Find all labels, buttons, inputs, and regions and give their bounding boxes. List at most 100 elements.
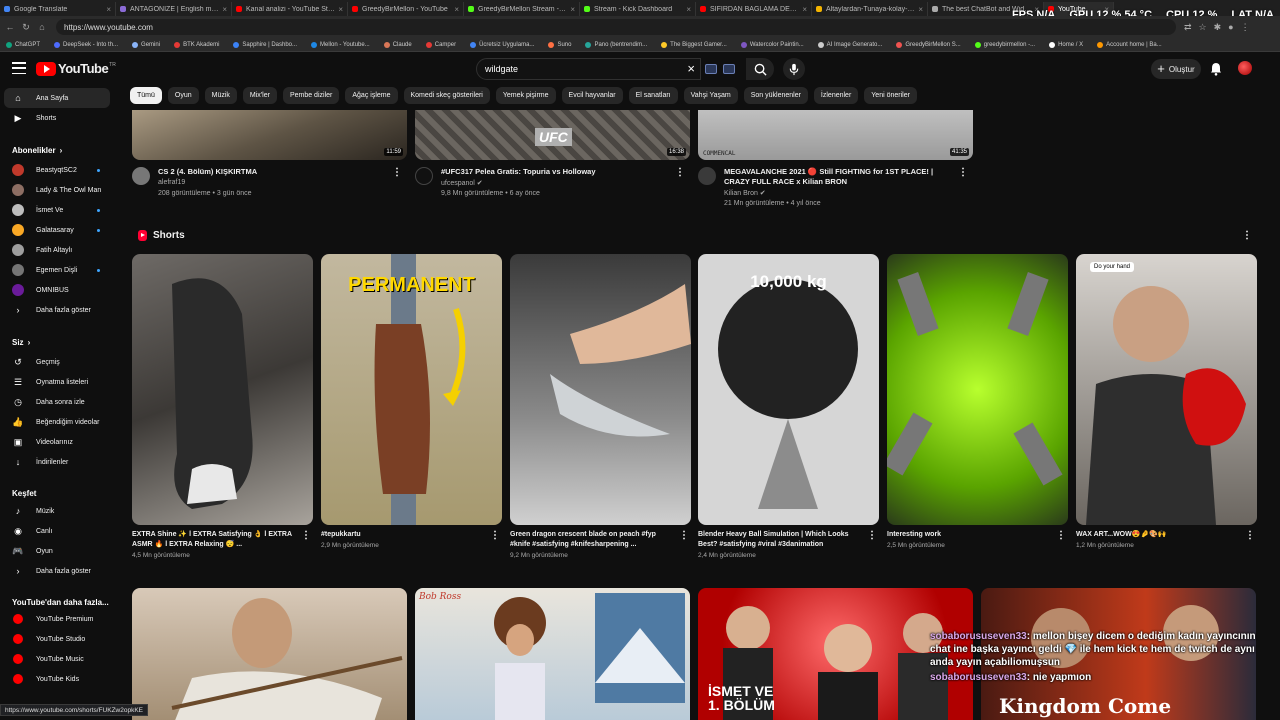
bookmark-item[interactable]: The Biggest Gamer...	[661, 41, 727, 48]
sidebar-item[interactable]: Galatasaray	[0, 220, 110, 240]
more-options-icon[interactable]: ⋮	[392, 167, 402, 178]
short-thumbnail[interactable]	[132, 254, 313, 525]
youtube-logo[interactable]: YouTube TR	[36, 61, 116, 76]
filter-chip[interactable]: Tümü	[130, 87, 162, 104]
back-icon[interactable]: ←	[4, 21, 16, 33]
channel-name[interactable]: alefraf19	[158, 179, 185, 186]
reload-icon[interactable]: ↻	[20, 21, 32, 33]
bookmark-item[interactable]: Ücretsiz Uygulama...	[470, 41, 534, 48]
filter-chip[interactable]: Mix'ler	[242, 87, 277, 104]
bookmark-item[interactable]: Gemini	[132, 41, 160, 48]
video-thumbnail[interactable]: 11:59	[132, 110, 407, 160]
sidebar-section-title[interactable]: Abonelikler ›	[12, 146, 62, 155]
bookmark-item[interactable]: BTK Akademi	[174, 41, 219, 48]
tab-close-icon[interactable]: ×	[802, 5, 807, 14]
video-title[interactable]: MEGAVALANCHE 2021 🔴 Still FIGHTING for 1…	[724, 167, 954, 187]
bookmark-item[interactable]: GreedyBirMellon S...	[896, 41, 961, 48]
tab-close-icon[interactable]: ×	[686, 5, 691, 14]
sidebar-item[interactable]: YouTube Music	[0, 649, 110, 669]
filter-chip[interactable]: Komedi skeç gösterileri	[403, 87, 490, 104]
bookmark-item[interactable]: AI Image Generato...	[817, 41, 882, 48]
tab-close-icon[interactable]: ×	[222, 5, 227, 14]
sidebar-item[interactable]: OMNIBUS	[0, 280, 110, 300]
bookmark-item[interactable]: Home / X	[1049, 41, 1083, 48]
short-title[interactable]: WAX ART...WOW😍🤌🎨🙌	[1076, 530, 1236, 540]
sidebar-item[interactable]: ♪ Müzik	[0, 501, 110, 521]
create-button[interactable]: + Oluştur	[1151, 59, 1201, 79]
tab-close-icon[interactable]: ×	[918, 5, 923, 14]
browser-tab[interactable]: Google Translate ×	[0, 2, 116, 16]
bookmark-item[interactable]: ChatGPT	[6, 41, 40, 48]
video-thumbnail[interactable]	[132, 588, 407, 720]
filter-chip[interactable]: Müzik	[204, 87, 237, 104]
home-nav-icon[interactable]: ⌂	[36, 21, 48, 33]
bookmark-item[interactable]: Suno	[548, 41, 571, 48]
tab-close-icon[interactable]: ×	[338, 5, 343, 14]
browser-tab[interactable]: ANTAGONIZE | English meaning×	[116, 2, 232, 16]
search-input[interactable]: wildgate ×	[476, 58, 701, 80]
bookmark-star-icon[interactable]: ☆	[1199, 22, 1207, 33]
short-title[interactable]: Green dragon crescent blade on peach #fy…	[510, 530, 670, 550]
sidebar-item[interactable]: ▣ Videolarınız	[0, 432, 110, 452]
sidebar-item[interactable]: Fatih Altaylı	[0, 240, 110, 260]
hamburger-menu-icon[interactable]	[12, 62, 26, 74]
tab-close-icon[interactable]: ×	[106, 5, 111, 14]
more-options-icon[interactable]: ⋮	[679, 530, 689, 541]
browser-tab[interactable]: Stream - Kick Dashboard ×	[580, 2, 696, 16]
short-thumbnail[interactable]	[887, 254, 1068, 525]
sidebar-item[interactable]: › Daha fazla göster	[0, 561, 110, 581]
sidebar-section-title[interactable]: Siz ›	[12, 338, 30, 347]
short-title[interactable]: Interesting work	[887, 530, 1047, 540]
short-thumbnail[interactable]	[510, 254, 691, 525]
more-options-icon[interactable]: ⋮	[1056, 530, 1066, 541]
sidebar-item[interactable]: 👍 Beğendiğim videolar	[0, 412, 110, 432]
sidebar-item[interactable]: ☰ Oynatma listeleri	[0, 372, 110, 392]
browser-tab[interactable]: GreedyBirMellon - YouTube ×	[348, 2, 464, 16]
more-options-icon[interactable]: ⋮	[675, 167, 685, 178]
sidebar-item[interactable]: ▶ Shorts	[0, 108, 110, 128]
sidebar-item[interactable]: YouTube Premium	[0, 609, 110, 629]
filter-chip[interactable]: Son yüklenenler	[743, 87, 808, 104]
sidebar-item[interactable]: ↓ İndirilenler	[0, 452, 110, 472]
channel-avatar[interactable]	[132, 167, 150, 185]
bookmark-item[interactable]: Sapphire | Dashbo...	[233, 41, 297, 48]
sidebar-item[interactable]: ⌂ Ana Sayfa	[4, 88, 110, 108]
sidebar-item[interactable]: Lady & The Owl Man	[0, 180, 110, 200]
video-thumbnail[interactable]: COMMENCAL 41:35	[698, 110, 973, 160]
more-options-icon[interactable]: ⋮	[1245, 530, 1255, 541]
browser-tab[interactable]: SIFIRDAN BAĞLAMA DERSLERİ×	[696, 2, 812, 16]
bookmark-item[interactable]: greedybirmellon -...	[974, 41, 1035, 48]
sidebar-item[interactable]: Egemen Dişli	[0, 260, 110, 280]
sidebar-item[interactable]: ◷ Daha sonra izle	[0, 392, 110, 412]
short-thumbnail[interactable]: Do your hand	[1076, 254, 1257, 525]
browser-menu-icon[interactable]: ⋮	[1241, 22, 1250, 33]
short-thumbnail[interactable]: PERMANENT	[321, 254, 502, 525]
keyboard-icon[interactable]	[705, 64, 717, 74]
bookmark-item[interactable]: Account home | Ba...	[1097, 41, 1162, 48]
short-title[interactable]: #tepukkartu	[321, 530, 481, 540]
filter-chip[interactable]: Yeni öneriler	[864, 87, 917, 104]
short-title[interactable]: Blender Heavy Ball Simulation | Which Lo…	[698, 530, 858, 550]
bookmark-item[interactable]: Mellon - Youtube...	[311, 41, 370, 48]
filter-chip[interactable]: Oyun	[167, 87, 199, 104]
sidebar-item[interactable]: İsmet Ve	[0, 200, 110, 220]
short-thumbnail[interactable]: 10,000 kg	[698, 254, 879, 525]
bookmark-item[interactable]: Camper	[425, 41, 456, 48]
extensions-icon[interactable]: ✱	[1214, 22, 1222, 33]
voice-search-button[interactable]	[783, 58, 805, 80]
channel-name[interactable]: ufcespanol ✔	[441, 179, 483, 187]
short-title[interactable]: EXTRA Shine ✨ l EXTRA Satisfying 👌 l EXT…	[132, 530, 292, 550]
account-avatar[interactable]	[1238, 61, 1252, 75]
bookmark-item[interactable]: Watercolor Paintin...	[740, 41, 804, 48]
video-title[interactable]: #UFC317 Pelea Gratis: Topuria vs Hollowa…	[441, 167, 671, 177]
more-options-icon[interactable]: ⋮	[490, 530, 500, 541]
bookmark-item[interactable]: DeepSeek - Into th...	[54, 41, 118, 48]
notifications-bell-icon[interactable]	[1210, 62, 1222, 76]
bookmark-item[interactable]: Claude	[383, 41, 412, 48]
browser-tab[interactable]: Altaylardan-Tunaya-kolay-nota- ×	[812, 2, 928, 16]
sidebar-item[interactable]: YouTube Kids	[0, 669, 110, 689]
filter-chip[interactable]: Evcil hayvanlar	[561, 87, 623, 104]
browser-tab[interactable]: Kanal analizi - YouTube Studio ×	[232, 2, 348, 16]
filter-chip[interactable]: İzlenenler	[813, 87, 859, 104]
filter-chip[interactable]: Pembe diziler	[282, 87, 340, 104]
